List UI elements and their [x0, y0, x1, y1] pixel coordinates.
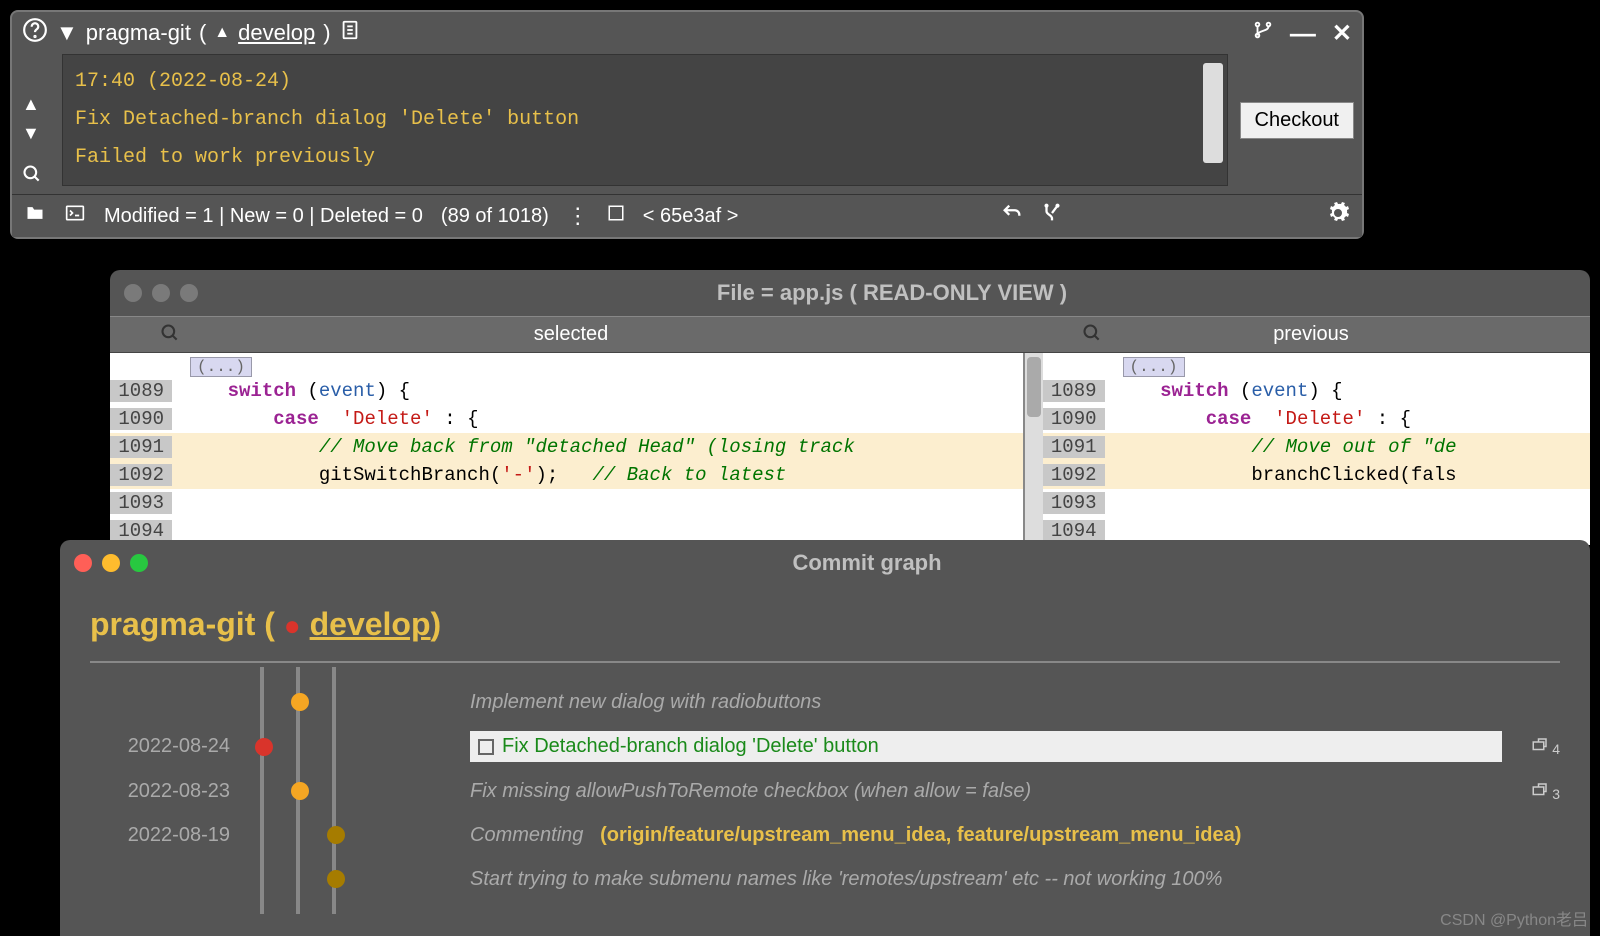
- scrollbar[interactable]: [1025, 353, 1043, 545]
- checkbox-icon[interactable]: [607, 204, 625, 228]
- terminal-icon[interactable]: [64, 203, 86, 229]
- traffic-min-icon[interactable]: [152, 284, 170, 302]
- search-icon[interactable]: [160, 323, 180, 349]
- title-bar: ▼ pragma-git ( ▲ develop ) — ✕: [12, 12, 1362, 54]
- commit-msg: Implement new dialog with radiobuttons: [470, 691, 1560, 714]
- code-fold[interactable]: (...): [1123, 357, 1185, 377]
- commit-time: 17:40 (2022-08-24): [75, 63, 1215, 101]
- close-icon[interactable]: ✕: [1332, 19, 1352, 48]
- notes-icon[interactable]: [339, 19, 361, 47]
- code-line: 1089 switch (event) {: [110, 377, 1023, 405]
- commit-title: Fix Detached-branch dialog 'Delete' butt…: [75, 101, 1215, 139]
- stash-icon[interactable]: 4: [1530, 736, 1560, 757]
- code-line: 1092 gitSwitchBranch('-'); // Back to la…: [110, 461, 1023, 489]
- graph-row[interactable]: Implement new dialog with radiobuttons: [90, 687, 1560, 717]
- commit-body: Failed to work previously: [75, 139, 1215, 177]
- branch-name[interactable]: develop: [238, 20, 315, 46]
- status-hash: < 65e3af >: [643, 205, 739, 228]
- dropdown-icon[interactable]: ▼: [56, 20, 78, 46]
- code-line: 1090 case 'Delete' : {: [1043, 405, 1591, 433]
- gear-icon[interactable]: [1326, 201, 1350, 231]
- traffic-close-icon[interactable]: [124, 284, 142, 302]
- graph-row[interactable]: 2022-08-19 Commenting (origin/feature/ups…: [90, 820, 1560, 850]
- traffic-max-icon[interactable]: [180, 284, 198, 302]
- commit-date: 2022-08-23: [90, 780, 230, 803]
- code-line: 1089 switch (event) {: [1043, 377, 1591, 405]
- merge-icon[interactable]: [1041, 202, 1063, 230]
- diff-title-bar: File = app.js ( READ-ONLY VIEW ): [110, 270, 1590, 316]
- graph-window: Commit graph pragma-git ( ● develop) Imp…: [60, 540, 1590, 936]
- diff-pane-right: (...) 1089 switch (event) {1090 case 'De…: [1043, 353, 1591, 545]
- graph-row[interactable]: 2022-08-23 Fix missing allowPushToRemote …: [90, 776, 1560, 806]
- diff-title: File = app.js ( READ-ONLY VIEW ): [208, 280, 1576, 306]
- diff-header-selected: selected: [110, 317, 1032, 352]
- commit-date: 2022-08-19: [90, 824, 230, 847]
- branch-indicator-icon: ▲: [214, 24, 230, 42]
- repo-name: pragma-git: [86, 20, 191, 46]
- code-line: 1092 branchClicked(fals: [1043, 461, 1591, 489]
- nav-down-icon[interactable]: ▼: [22, 123, 42, 144]
- code-line: 1091 // Move back from "detached Head" (…: [110, 433, 1023, 461]
- undo-icon[interactable]: [1001, 202, 1023, 230]
- scrollbar[interactable]: [1203, 63, 1223, 163]
- graph-row[interactable]: Start trying to make submenu names like …: [90, 864, 1560, 894]
- status-bar: Modified = 1 | New = 0 | Deleted = 0 (89…: [12, 194, 1362, 237]
- folder-icon[interactable]: [24, 203, 46, 229]
- commit-msg-selected[interactable]: Fix Detached-branch dialog 'Delete' butt…: [470, 731, 1502, 762]
- search-icon[interactable]: [22, 164, 42, 189]
- checkbox-icon[interactable]: [478, 739, 494, 755]
- code-line: 1093: [1043, 489, 1591, 517]
- graph-title: Commit graph: [158, 550, 1576, 576]
- graph-row[interactable]: 2022-08-24 Fix Detached-branch dialog 'De…: [90, 731, 1560, 762]
- main-window: ▼ pragma-git ( ▲ develop ) — ✕ ▲ ▼ 17:40…: [10, 10, 1364, 239]
- search-icon[interactable]: [1082, 323, 1102, 349]
- diff-window: File = app.js ( READ-ONLY VIEW ) selecte…: [110, 270, 1590, 545]
- more-icon[interactable]: ⋮: [567, 203, 589, 229]
- code-line: 1091 // Move out of "de: [1043, 433, 1591, 461]
- code-fold[interactable]: (...): [190, 357, 252, 377]
- traffic-close-icon[interactable]: [74, 554, 92, 572]
- watermark: CSDN @Python老吕: [1440, 906, 1588, 930]
- diff-header-previous: previous: [1032, 317, 1590, 352]
- commit-msg: Commenting (origin/feature/upstream_menu…: [470, 824, 1560, 847]
- traffic-min-icon[interactable]: [102, 554, 120, 572]
- nav-up-icon[interactable]: ▲: [22, 94, 42, 115]
- help-icon[interactable]: [22, 17, 48, 49]
- status-modified: Modified = 1 | New = 0 | Deleted = 0: [104, 205, 423, 228]
- minimize-icon[interactable]: —: [1290, 18, 1316, 49]
- graph-heading: pragma-git ( ● develop): [90, 606, 1560, 643]
- diff-pane-left: (...) 1089 switch (event) {1090 case 'De…: [110, 353, 1025, 545]
- branch-icon[interactable]: [1252, 19, 1274, 47]
- commit-msg: Start trying to make submenu names like …: [470, 868, 1560, 891]
- traffic-max-icon[interactable]: [130, 554, 148, 572]
- graph-title-bar: Commit graph: [60, 540, 1590, 586]
- code-line: 1093: [110, 489, 1023, 517]
- divider: [90, 661, 1560, 663]
- stash-icon[interactable]: 3: [1530, 781, 1560, 802]
- code-line: 1090 case 'Delete' : {: [110, 405, 1023, 433]
- commit-msg: Fix missing allowPushToRemote checkbox (…: [470, 780, 1502, 803]
- branch-status-icon: ●: [284, 610, 301, 641]
- checkout-button[interactable]: Checkout: [1240, 102, 1355, 139]
- status-count: (89 of 1018): [441, 205, 549, 228]
- commit-date: 2022-08-24: [90, 735, 230, 758]
- commit-message-box: 17:40 (2022-08-24) Fix Detached-branch d…: [62, 54, 1228, 186]
